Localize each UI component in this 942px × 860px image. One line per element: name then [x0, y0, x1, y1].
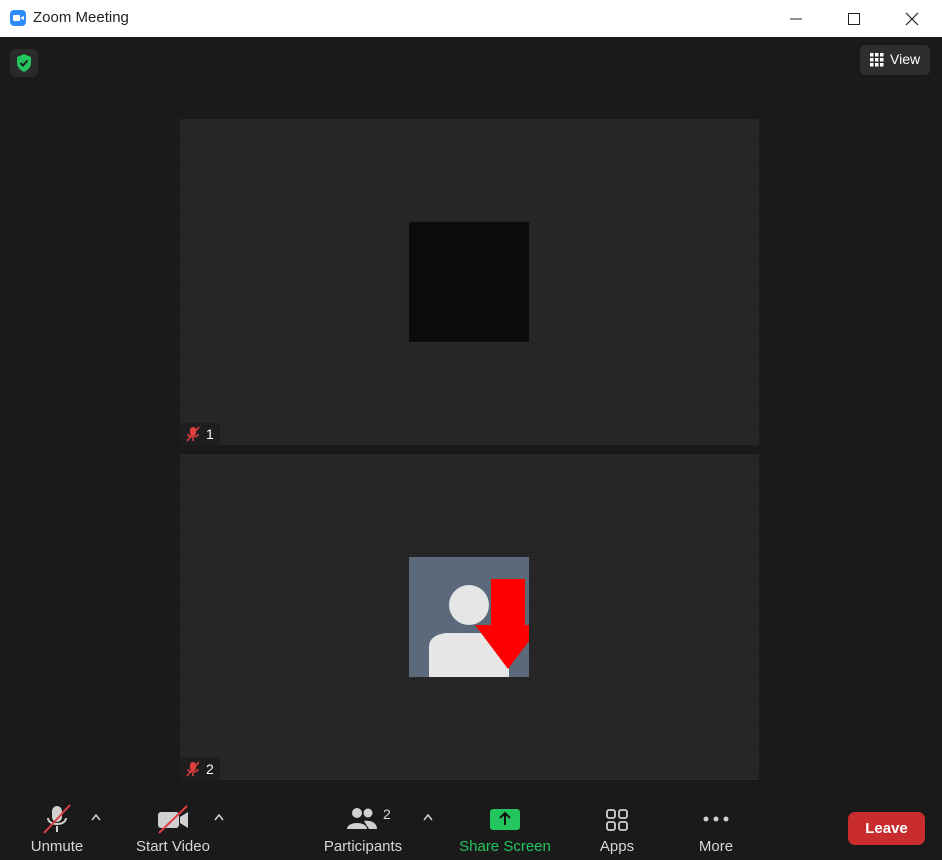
participants-count: 2 — [383, 806, 391, 822]
unmute-button[interactable]: Unmute — [20, 800, 94, 860]
participants-icon — [347, 808, 377, 829]
video-options-caret[interactable] — [214, 810, 224, 824]
unmute-label: Unmute — [30, 838, 84, 855]
minimize-icon — [790, 18, 802, 20]
video-off-icon — [158, 805, 188, 834]
video-tile[interactable]: 1 — [180, 119, 759, 445]
participants-button[interactable]: 2 Participants — [318, 800, 408, 860]
view-button[interactable]: View — [860, 45, 930, 75]
start-video-label: Start Video — [136, 838, 210, 855]
more-dots-icon — [703, 816, 729, 822]
arrow-down-icon — [475, 579, 529, 669]
video-tile[interactable]: 2 — [180, 454, 759, 780]
apps-label: Apps — [599, 838, 635, 855]
apps-button[interactable]: Apps — [592, 800, 642, 860]
muted-mic-icon — [186, 426, 200, 442]
meeting-stage: View 1 2 — [0, 37, 942, 800]
muted-mic-icon — [186, 761, 200, 777]
title-bar: Zoom Meeting — [0, 0, 942, 37]
close-icon — [905, 12, 919, 26]
participant-number: 2 — [206, 761, 214, 777]
chevron-up-icon — [214, 813, 224, 821]
more-label: More — [698, 838, 734, 855]
encryption-shield-button[interactable] — [10, 49, 38, 77]
window-title: Zoom Meeting — [33, 9, 129, 26]
minimize-button[interactable] — [766, 0, 824, 37]
audio-options-caret[interactable] — [91, 810, 101, 824]
muted-mic-icon — [43, 804, 71, 834]
shield-check-icon — [17, 54, 31, 72]
leave-button[interactable]: Leave — [848, 812, 925, 845]
participant-nameplate: 2 — [180, 758, 220, 780]
view-label: View — [890, 51, 921, 67]
meeting-toolbar: Unmute Start Video 2 Participants Share … — [0, 800, 942, 860]
participant-avatar — [409, 557, 529, 677]
participants-options-caret[interactable] — [423, 810, 433, 824]
share-screen-icon — [490, 809, 520, 830]
more-button[interactable]: More — [690, 800, 742, 860]
chevron-up-icon — [423, 813, 433, 821]
participants-label: Participants — [323, 838, 403, 855]
close-button[interactable] — [882, 0, 940, 37]
participant-number: 1 — [206, 426, 214, 442]
maximize-button[interactable] — [824, 0, 882, 37]
participant-nameplate: 1 — [180, 423, 220, 445]
apps-icon — [606, 809, 628, 831]
share-screen-button[interactable]: Share Screen — [456, 800, 554, 860]
chevron-up-icon — [91, 813, 101, 821]
start-video-button[interactable]: Start Video — [130, 800, 216, 860]
zoom-app-icon — [10, 10, 26, 26]
participant-avatar — [409, 222, 529, 342]
maximize-icon — [848, 13, 860, 25]
grid-icon — [870, 53, 884, 67]
share-screen-label: Share Screen — [459, 838, 551, 855]
